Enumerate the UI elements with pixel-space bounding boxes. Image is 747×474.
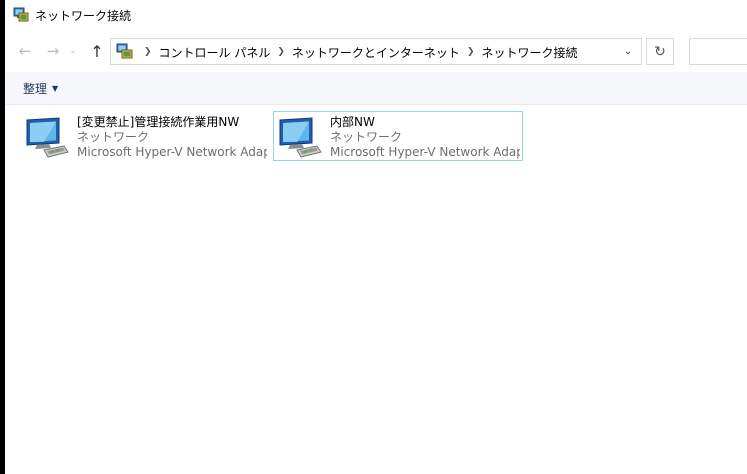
title-bar: ネットワーク接続 xyxy=(5,0,747,32)
back-arrow-icon[interactable]: ← xyxy=(15,41,35,61)
breadcrumb: ❯ コントロール パネル ❯ ネットワークとインターネット ❯ ネットワーク接続 xyxy=(137,44,578,60)
up-arrow-icon[interactable]: ↑ xyxy=(87,41,107,61)
connection-item-internal-nw[interactable]: 内部NW ネットワーク Microsoft Hyper-V Network Ad… xyxy=(273,111,523,161)
breadcrumb-separator-icon[interactable]: ❯ xyxy=(144,47,152,57)
refresh-button[interactable]: ↻ xyxy=(646,38,674,65)
connection-adapter: Microsoft Hyper-V Network Adapter xyxy=(330,145,520,159)
control-panel-icon xyxy=(116,43,133,60)
breadcrumb-separator-icon[interactable]: ❯ xyxy=(467,47,475,57)
organize-button[interactable]: 整理 ▼ xyxy=(23,80,58,97)
recent-locations-chevron-icon[interactable]: ⌄ xyxy=(67,41,79,61)
command-bar: 整理 ▼ xyxy=(5,72,747,105)
organize-label: 整理 xyxy=(23,82,48,96)
connection-item-admin-nw[interactable]: [変更禁止]管理接続作業用NW ネットワーク Microsoft Hyper-V… xyxy=(21,112,271,162)
connection-adapter: Microsoft Hyper-V Network Adapter xyxy=(77,145,267,159)
caret-down-icon: ▼ xyxy=(52,84,59,93)
navigation-bar: ← → ⌄ ↑ ❯ コントロール パネル ❯ ネットワークとインターネット ❯ … xyxy=(5,33,747,69)
window-title: ネットワーク接続 xyxy=(35,9,132,23)
address-history-chevron-icon[interactable]: ⌄ xyxy=(619,39,637,64)
refresh-icon: ↻ xyxy=(654,43,666,60)
address-bar[interactable]: ❯ コントロール パネル ❯ ネットワークとインターネット ❯ ネットワーク接続… xyxy=(110,38,642,65)
connection-name: [変更禁止]管理接続作業用NW xyxy=(77,115,240,129)
explorer-window: ネットワーク接続 ← → ⌄ ↑ ❯ コントロール パネル ❯ ネットワークとイ… xyxy=(5,0,747,474)
network-connections-icon xyxy=(13,7,29,23)
search-input[interactable] xyxy=(689,38,747,65)
connection-status: ネットワーク xyxy=(77,130,150,144)
connection-name: 内部NW xyxy=(330,115,375,129)
connections-list: [変更禁止]管理接続作業用NW ネットワーク Microsoft Hyper-V… xyxy=(5,105,747,474)
breadcrumb-network-internet[interactable]: ネットワークとインターネット xyxy=(292,44,460,61)
breadcrumb-network-connections[interactable]: ネットワーク接続 xyxy=(481,44,577,61)
network-adapter-icon xyxy=(277,116,323,160)
network-adapter-icon xyxy=(24,116,70,160)
forward-arrow-icon[interactable]: → xyxy=(43,41,63,61)
breadcrumb-separator-icon[interactable]: ❯ xyxy=(277,47,285,57)
connection-status: ネットワーク xyxy=(330,130,403,144)
breadcrumb-control-panel[interactable]: コントロール パネル xyxy=(159,44,271,61)
